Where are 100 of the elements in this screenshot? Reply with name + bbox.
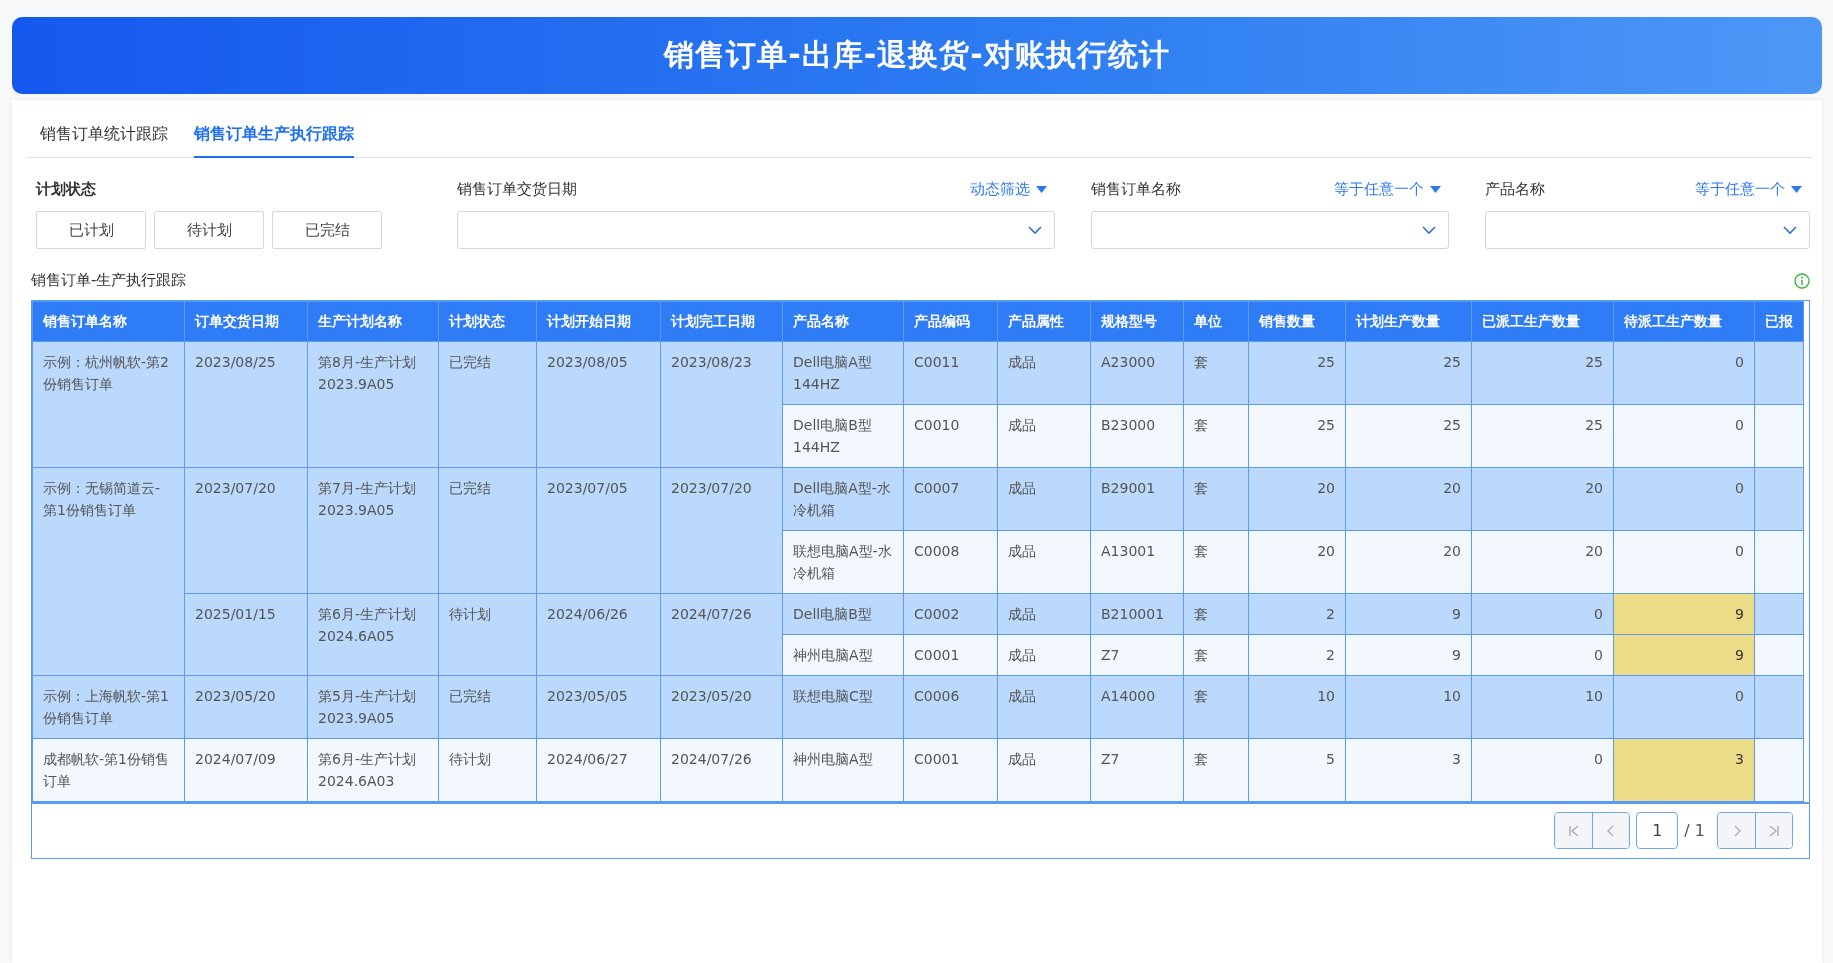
table-cell: 2023/08/25 [184, 341, 308, 468]
column-header[interactable]: 单位 [1183, 301, 1249, 342]
table-cell: C0002 [903, 593, 998, 635]
column-header[interactable]: 产品编码 [903, 301, 998, 342]
column-header[interactable]: 生产计划名称 [307, 301, 439, 342]
column-header[interactable]: 已派工生产数量 [1471, 301, 1614, 342]
table-cell: 套 [1183, 341, 1249, 405]
chevron-down-icon [1783, 225, 1797, 235]
table-cell: 神州电脑A型 [782, 634, 904, 676]
chevron-down-icon [1422, 225, 1436, 235]
table-cell: 示例：上海帆软-第1份销售订单 [32, 675, 185, 739]
table-cell: 2 [1248, 634, 1346, 676]
table-cell: 2023/08/23 [660, 341, 783, 468]
table-cell: 25 [1471, 404, 1614, 468]
chevron-down-icon [1028, 225, 1042, 235]
table-cell: 10 [1345, 675, 1472, 739]
status-filter-button[interactable]: 已完结 [272, 211, 382, 249]
table-cell: 2023/05/20 [660, 675, 783, 739]
column-header[interactable]: 已报 [1754, 301, 1804, 342]
table-cell: 10 [1471, 675, 1614, 739]
table-cell: 0 [1471, 634, 1614, 676]
filter-mode-dropdown[interactable]: 等于任意一个 [1695, 180, 1802, 199]
table-cell [1754, 467, 1804, 531]
select-field[interactable] [1091, 211, 1449, 249]
table-cell: 0 [1613, 467, 1755, 531]
table-cell: 3 [1345, 738, 1472, 802]
table-cell: 套 [1183, 593, 1249, 635]
table-cell: 0 [1613, 404, 1755, 468]
table-cell: 2023/07/05 [536, 467, 661, 594]
info-icon[interactable] [1794, 272, 1810, 289]
page-total: / 1 [1684, 821, 1705, 840]
table-cell: 2024/07/26 [660, 738, 783, 802]
column-header[interactable]: 订单交货日期 [184, 301, 308, 342]
table-cell [1754, 634, 1804, 676]
table-cell: 成品 [997, 593, 1091, 635]
table-cell: 成品 [997, 675, 1091, 739]
tab[interactable]: 销售订单统计跟踪 [40, 114, 168, 158]
table-cell: 2024/07/09 [184, 738, 308, 802]
table-cell: 2023/05/20 [184, 675, 308, 739]
select-field[interactable] [1485, 211, 1810, 249]
table-cell: 成品 [997, 404, 1091, 468]
table-cell: 示例：无锡简道云-第1份销售订单 [32, 467, 185, 676]
table-cell: 25 [1345, 404, 1472, 468]
table-cell [1754, 530, 1804, 594]
column-header[interactable]: 产品属性 [997, 301, 1091, 342]
table-cell: 9 [1345, 634, 1472, 676]
table-cell: 套 [1183, 738, 1249, 802]
table-cell: 10 [1248, 675, 1346, 739]
table-cell: 20 [1471, 530, 1614, 594]
table-cell: 2025/01/15 [184, 593, 308, 676]
column-header[interactable]: 计划状态 [438, 301, 537, 342]
table-cell: 成品 [997, 341, 1091, 405]
table-cell: 2 [1248, 593, 1346, 635]
table-cell [1754, 675, 1804, 739]
filter-label: 销售订单名称 [1091, 180, 1181, 199]
table-cell: 第8月-生产计划2023.9A05 [307, 341, 439, 468]
column-header[interactable]: 销售订单名称 [32, 301, 185, 342]
table-cell: 已完结 [438, 341, 537, 468]
status-filter-button[interactable]: 已计划 [36, 211, 146, 249]
table-cell: 2024/06/27 [536, 738, 661, 802]
caret-icon [1791, 186, 1802, 193]
table-cell: 第7月-生产计划2023.9A05 [307, 467, 439, 594]
next-page-button[interactable] [1718, 813, 1755, 848]
column-header[interactable]: 销售数量 [1248, 301, 1346, 342]
table-cell: B210001 [1090, 593, 1184, 635]
table-cell: Dell电脑B型 [782, 593, 904, 635]
first-page-button[interactable] [1555, 813, 1593, 848]
page-number-field[interactable]: 1 [1636, 812, 1679, 849]
table-cell: C0008 [903, 530, 998, 594]
table-cell [1754, 341, 1804, 405]
column-header[interactable]: 计划生产数量 [1345, 301, 1472, 342]
filter-mode-dropdown[interactable]: 动态筛选 [970, 180, 1047, 199]
table-cell: 第5月-生产计划2023.9A05 [307, 675, 439, 739]
select-field[interactable] [457, 211, 1055, 249]
status-filter-button[interactable]: 待计划 [154, 211, 264, 249]
table-cell: 套 [1183, 634, 1249, 676]
table-cell: 3 [1613, 738, 1755, 802]
table-cell [1754, 593, 1804, 635]
table-cell: C0011 [903, 341, 998, 405]
column-header[interactable]: 产品名称 [782, 301, 904, 342]
table-cell: 20 [1471, 467, 1614, 531]
column-header[interactable]: 计划完工日期 [660, 301, 783, 342]
table-cell: 2024/07/26 [660, 593, 783, 676]
table-cell: 5 [1248, 738, 1346, 802]
caret-icon [1036, 186, 1047, 193]
previous-page-button[interactable] [1592, 813, 1630, 848]
filter-mode-dropdown[interactable]: 等于任意一个 [1334, 180, 1441, 199]
tab[interactable]: 销售订单生产执行跟踪 [194, 114, 354, 158]
table-cell: 待计划 [438, 593, 537, 676]
table-cell: 成品 [997, 738, 1091, 802]
column-header[interactable]: 计划开始日期 [536, 301, 661, 342]
table-cell: 套 [1183, 467, 1249, 531]
table-cell: 2023/05/05 [536, 675, 661, 739]
column-header[interactable]: 规格型号 [1090, 301, 1184, 342]
table-cell: Z7 [1090, 738, 1184, 802]
column-header[interactable]: 待派工生产数量 [1613, 301, 1755, 342]
last-page-button[interactable] [1755, 813, 1792, 848]
table-cell: 示例：杭州帆软-第2份销售订单 [32, 341, 185, 468]
table-cell: C0001 [903, 634, 998, 676]
table-cell: 9 [1613, 593, 1755, 635]
